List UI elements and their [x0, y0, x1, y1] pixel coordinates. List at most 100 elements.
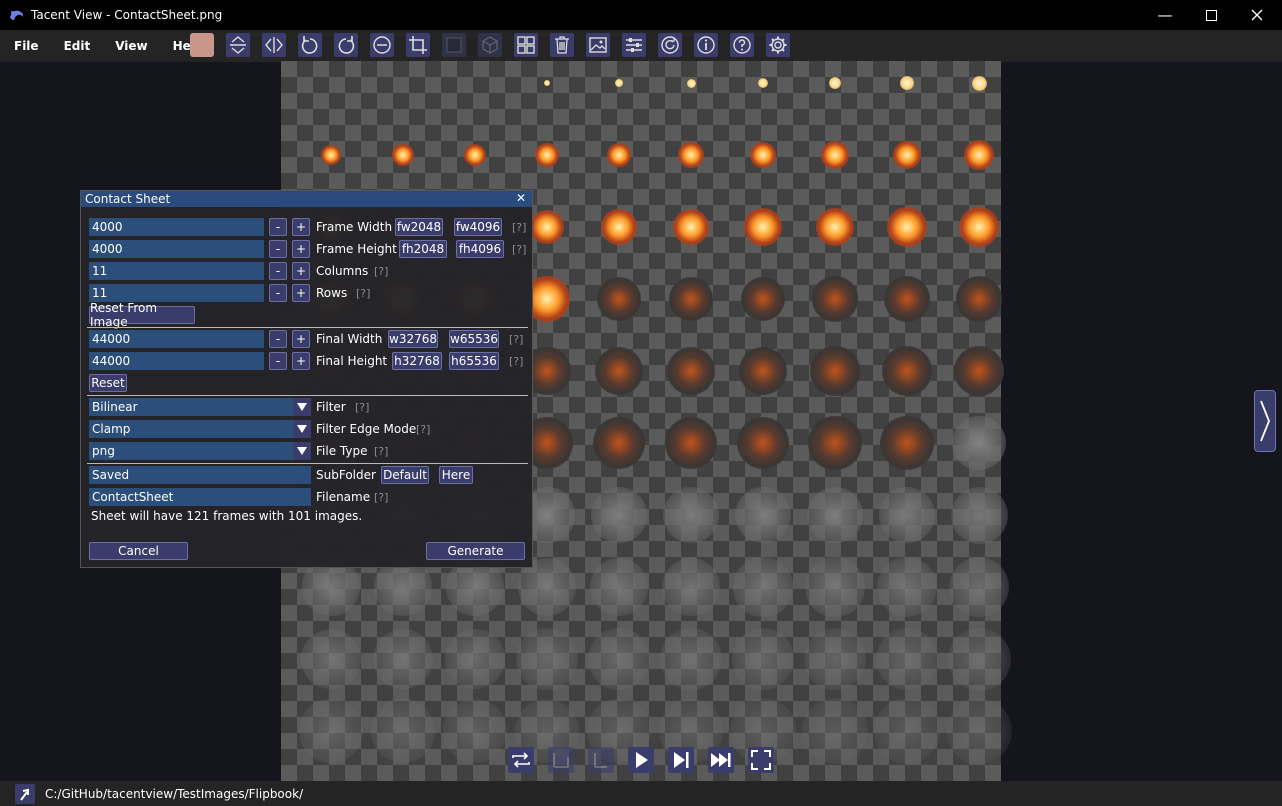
- info-icon[interactable]: [694, 33, 718, 57]
- flipbook-frame: [757, 77, 769, 89]
- subfolder-input[interactable]: Saved: [89, 466, 311, 484]
- image-icon[interactable]: [586, 33, 610, 57]
- fullscreen-icon[interactable]: [748, 747, 774, 773]
- final-width-input[interactable]: 44000: [89, 330, 264, 348]
- frame-width-decrement-button[interactable]: -: [269, 218, 287, 236]
- resize-canvas-icon[interactable]: [442, 33, 466, 57]
- generate-button[interactable]: Generate: [426, 542, 525, 560]
- filename-help[interactable]: [?]: [374, 488, 388, 506]
- crop-icon[interactable]: [406, 33, 430, 57]
- flipbook-frame: [900, 76, 914, 90]
- filter-edge-mode-select[interactable]: Clamp: [89, 420, 311, 438]
- file-type-help[interactable]: [?]: [374, 442, 388, 460]
- minimize-icon[interactable]: —: [1142, 0, 1188, 30]
- rotate-cw-icon[interactable]: [334, 33, 358, 57]
- final-width-help[interactable]: [?]: [509, 330, 523, 348]
- frame-height-input[interactable]: 4000: [89, 240, 264, 258]
- columns-label: Columns: [316, 264, 369, 278]
- chevron-down-icon[interactable]: [293, 442, 311, 460]
- flipbook-frame: [964, 140, 994, 170]
- flipbook-frame: [949, 557, 1009, 617]
- flipbook-frame: [593, 417, 645, 469]
- prev-frame-icon[interactable]: [548, 747, 574, 773]
- help-icon[interactable]: [730, 33, 754, 57]
- reset-from-image-button[interactable]: Reset From Image: [89, 301, 195, 329]
- menu-view[interactable]: View: [101, 39, 158, 53]
- fw4096-button[interactable]: fw4096: [454, 218, 502, 236]
- next-frame-icon[interactable]: [668, 747, 694, 773]
- subfolder-here-button[interactable]: Here: [439, 466, 473, 484]
- menu-file[interactable]: File: [0, 39, 50, 53]
- loop-icon[interactable]: [508, 747, 534, 773]
- file-type-select[interactable]: png: [89, 442, 311, 460]
- close-window-icon[interactable]: [1234, 0, 1280, 30]
- w65536-button[interactable]: w65536: [449, 330, 499, 348]
- contact-sheet-dialog: Contact Sheet ✕ 4000 - + Frame Width fw2…: [80, 190, 533, 568]
- frame-height-decrement-button[interactable]: -: [269, 240, 287, 258]
- final-height-decrement-button[interactable]: -: [269, 352, 287, 370]
- sheet-summary-text: Sheet will have 121 frames with 101 imag…: [91, 509, 363, 523]
- flipbook-frame: [878, 486, 936, 544]
- filter-help[interactable]: [?]: [355, 398, 369, 416]
- refresh-icon[interactable]: [658, 33, 682, 57]
- app-icon: [10, 10, 24, 20]
- frame-width-increment-button[interactable]: +: [292, 218, 310, 236]
- w32768-button[interactable]: w32768: [388, 330, 438, 348]
- frame-width-help[interactable]: [?]: [512, 218, 526, 236]
- reset-button[interactable]: Reset: [89, 374, 127, 392]
- play-backward-icon[interactable]: [588, 747, 614, 773]
- flipbook-frame: [686, 78, 696, 88]
- color-swatch-button[interactable]: [190, 33, 214, 57]
- h32768-button[interactable]: h32768: [392, 352, 442, 370]
- final-height-increment-button[interactable]: +: [292, 352, 310, 370]
- settings-gear-icon[interactable]: [766, 33, 790, 57]
- frame-height-label: Frame Height: [316, 242, 397, 256]
- rows-decrement-button[interactable]: -: [269, 284, 287, 302]
- final-width-label: Final Width: [316, 332, 383, 346]
- final-width-increment-button[interactable]: +: [292, 330, 310, 348]
- cube-icon[interactable]: [478, 33, 502, 57]
- filter-edge-mode-help[interactable]: [?]: [416, 420, 430, 438]
- filter-label: Filter: [316, 400, 346, 414]
- rotate-ccw-icon[interactable]: [298, 33, 322, 57]
- title-bar: Tacent View - ContactSheet.png —: [0, 0, 1282, 30]
- chevron-down-icon[interactable]: [293, 398, 311, 416]
- folder-up-icon[interactable]: [15, 783, 35, 804]
- skip-to-end-icon[interactable]: [708, 747, 734, 773]
- final-height-help[interactable]: [?]: [509, 352, 523, 370]
- columns-increment-button[interactable]: +: [292, 262, 310, 280]
- frame-width-input[interactable]: 4000: [89, 218, 264, 236]
- sliders-icon[interactable]: [622, 33, 646, 57]
- rows-input[interactable]: 11: [89, 284, 264, 302]
- final-height-input[interactable]: 44000: [89, 352, 264, 370]
- next-image-button[interactable]: [1254, 390, 1276, 452]
- separator: [87, 327, 528, 328]
- fh4096-button[interactable]: fh4096: [456, 240, 504, 258]
- subfolder-default-button[interactable]: Default: [381, 466, 429, 484]
- zoom-out-icon[interactable]: [370, 33, 394, 57]
- filename-input[interactable]: ContactSheet: [89, 488, 311, 506]
- play-icon[interactable]: [628, 747, 654, 773]
- maximize-icon[interactable]: [1188, 0, 1234, 30]
- chevron-down-icon[interactable]: [293, 420, 311, 438]
- filter-select[interactable]: Bilinear: [89, 398, 311, 416]
- fw2048-button[interactable]: fw2048: [395, 218, 443, 236]
- columns-decrement-button[interactable]: -: [269, 262, 287, 280]
- rows-increment-button[interactable]: +: [292, 284, 310, 302]
- cancel-button[interactable]: Cancel: [89, 542, 188, 560]
- rows-help[interactable]: [?]: [356, 284, 370, 302]
- final-width-decrement-button[interactable]: -: [269, 330, 287, 348]
- frame-height-increment-button[interactable]: +: [292, 240, 310, 258]
- h65536-button[interactable]: h65536: [449, 352, 499, 370]
- menu-edit[interactable]: Edit: [50, 39, 102, 53]
- flipbook-frame: [597, 277, 641, 321]
- dialog-close-icon[interactable]: ✕: [516, 191, 526, 205]
- columns-input[interactable]: 11: [89, 262, 264, 280]
- trash-icon[interactable]: [550, 33, 574, 57]
- flip-vertical-icon[interactable]: [226, 33, 250, 57]
- flip-horizontal-icon[interactable]: [262, 33, 286, 57]
- contact-sheet-icon[interactable]: [514, 33, 538, 57]
- fh2048-button[interactable]: fh2048: [399, 240, 447, 258]
- frame-height-help[interactable]: [?]: [512, 240, 526, 258]
- columns-help[interactable]: [?]: [374, 262, 388, 280]
